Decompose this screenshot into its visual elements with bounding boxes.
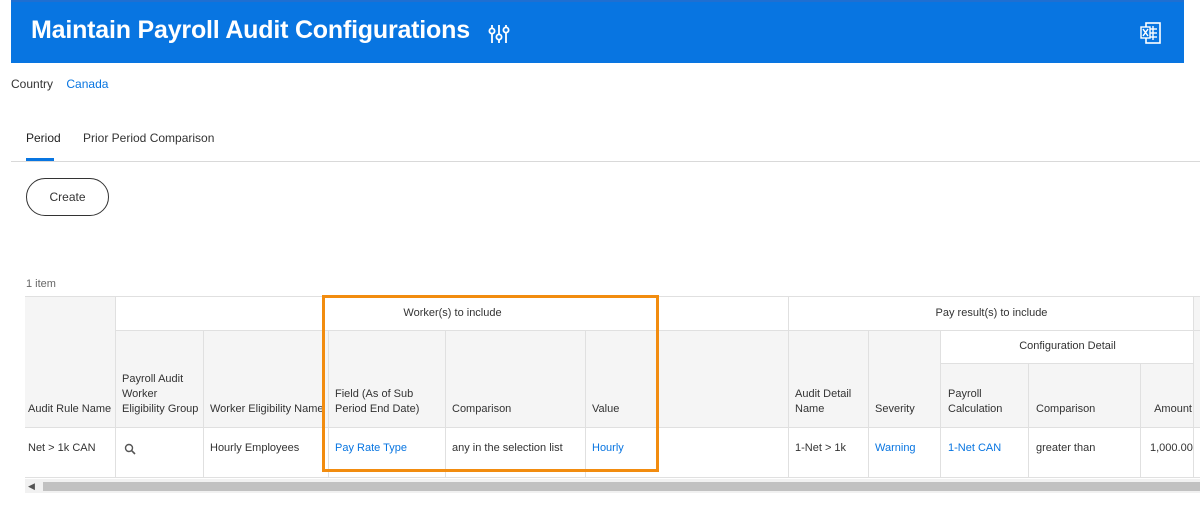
grid-line — [1193, 297, 1194, 477]
grid-line — [25, 477, 1200, 478]
tab-prior-period-comparison[interactable]: Prior Period Comparison — [83, 131, 214, 145]
grid-line — [941, 363, 1194, 364]
col-header-pay-comparison[interactable]: Comparison — [1036, 402, 1136, 417]
cell-audit-rule-name: Net > 1k CAN — [28, 442, 96, 454]
col-header-audit-detail-name[interactable]: Audit Detail Name — [795, 387, 865, 417]
grid-line — [940, 331, 941, 477]
grid-line — [868, 331, 869, 477]
col-header-worker-eligibility-name[interactable]: Worker Eligibility Name — [210, 402, 325, 417]
highlight-box — [322, 295, 659, 472]
group-configuration-detail: Configuration Detail — [1019, 340, 1116, 352]
grid-line — [115, 297, 116, 477]
col-header-audit-rule-name[interactable]: Audit Rule Name — [28, 402, 113, 417]
page-header: Maintain Payroll Audit Configurations — [11, 0, 1184, 63]
cell-severity-link[interactable]: Warning — [875, 442, 916, 454]
scrollbar-thumb[interactable] — [43, 482, 1200, 491]
tab-bar: Period Prior Period Comparison — [11, 120, 1200, 162]
page-title: Maintain Payroll Audit Configurations — [31, 16, 470, 44]
item-count: 1 item — [26, 278, 56, 290]
grid-line — [203, 331, 204, 477]
cell-audit-detail-name: 1-Net > 1k — [795, 442, 847, 454]
country-field: Country Canada — [11, 77, 108, 91]
cell-pay-comparison: greater than — [1036, 442, 1096, 454]
active-tab-indicator — [26, 158, 54, 161]
tab-period[interactable]: Period — [26, 131, 61, 145]
country-label: Country — [11, 77, 54, 91]
col-header-payroll-calculation[interactable]: Payroll Calculation — [948, 387, 1026, 417]
country-value-link[interactable]: Canada — [66, 77, 108, 91]
scroll-left-arrow-icon[interactable]: ◀ — [28, 481, 35, 492]
col-header-severity[interactable]: Severity — [875, 402, 937, 417]
sliders-icon[interactable] — [487, 22, 511, 46]
grid-line — [1028, 364, 1029, 477]
col-header-amount[interactable]: Amount — [1150, 402, 1192, 417]
cell-amount: 1,000.00 — [1150, 442, 1193, 454]
grid-line — [1140, 364, 1141, 477]
grid-line — [788, 297, 789, 477]
search-icon[interactable] — [124, 443, 136, 455]
cell-worker-eligibility-name: Hourly Employees — [210, 442, 300, 454]
header-bg-edge — [1193, 297, 1200, 427]
excel-export-icon[interactable] — [1140, 21, 1162, 45]
group-pay-results-to-include: Pay result(s) to include — [935, 307, 1048, 319]
cell-payroll-calculation-link[interactable]: 1-Net CAN — [948, 442, 1001, 454]
col-header-eligibility-group[interactable]: Payroll Audit Worker Eligibility Group — [122, 372, 202, 417]
horizontal-scrollbar[interactable]: ◀ — [25, 479, 1200, 493]
create-button[interactable]: Create — [26, 178, 109, 216]
